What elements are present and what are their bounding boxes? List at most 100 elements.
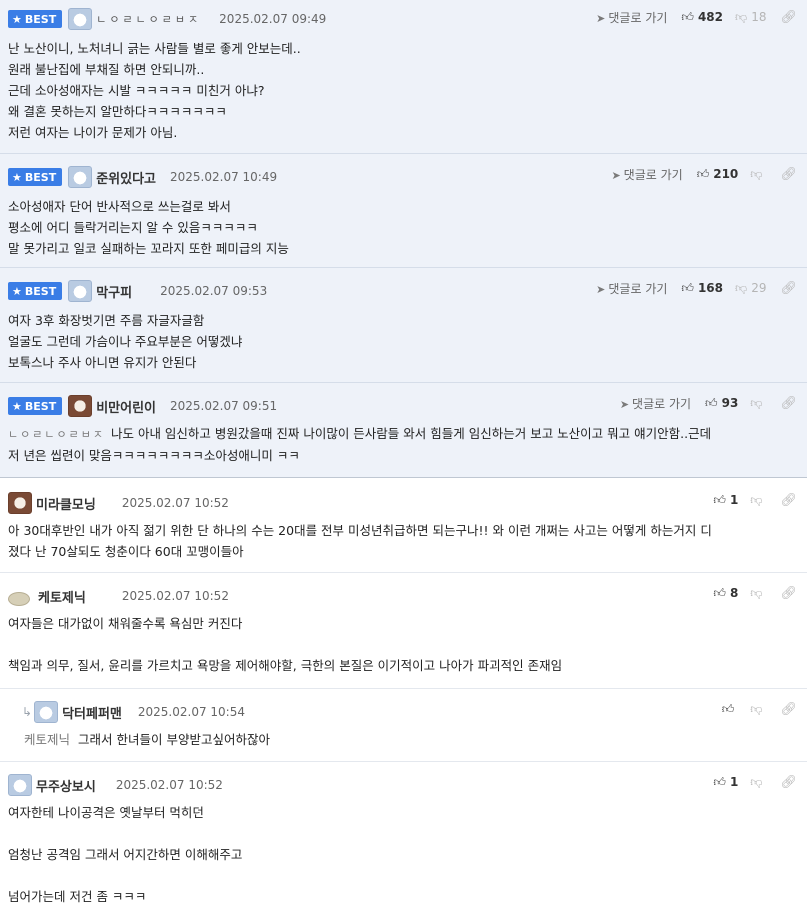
upvote-button[interactable]: 👍︎ 1	[713, 493, 738, 508]
author-nickname[interactable]: 준위있다고	[96, 168, 156, 187]
comment-date: 2025.02.07 10:52	[121, 496, 229, 510]
author-nickname[interactable]: 막구피	[96, 282, 132, 301]
upvote-button[interactable]: 👍︎ 93	[705, 396, 738, 411]
best-badge: ★ BEST	[8, 282, 63, 300]
thumbs-up-icon: 👍︎	[713, 492, 726, 507]
star-icon: ★	[12, 399, 22, 413]
comment-date: 2025.02.07 10:54	[137, 705, 245, 719]
link-icon[interactable]: 🔗︎	[780, 10, 797, 25]
thumbs-up-icon: 👍︎	[696, 166, 710, 181]
downvote-button[interactable]: 👎︎	[750, 493, 766, 508]
author-nickname[interactable]: 미라클모닝	[36, 494, 96, 513]
comment-body: 여자한테 나이공격은 옛날부터 먹히던 엄청난 공격임 그래서 어지간하면 이해…	[8, 805, 243, 904]
upvote-button[interactable]: 👍︎ 1	[713, 775, 738, 790]
send-arrow-icon: ➤	[611, 168, 621, 182]
thumbs-down-icon: 👎︎	[750, 701, 763, 716]
mention-tag[interactable]: ㄴㅇㄹㄴㅇㄹㅂㅈ	[8, 428, 105, 441]
thumbs-down-icon: 👎︎	[750, 774, 763, 789]
thumbs-up-icon: 👍︎	[705, 395, 718, 410]
star-icon: ★	[12, 12, 22, 26]
author-nickname[interactable]: ㄴㅇㄹㄴㅇㄹㅂㅈ	[96, 11, 201, 27]
upvote-button[interactable]: 👍︎	[722, 702, 739, 717]
downvote-button[interactable]: 👎︎	[750, 586, 766, 601]
avatar[interactable]	[68, 280, 93, 302]
comment-header: 무주상보시 2025.02.07 10:52	[8, 774, 223, 796]
thumbs-down-icon: 👎︎	[735, 280, 748, 295]
author-nickname[interactable]: 케토제닉	[38, 587, 86, 606]
comment-header: 케토제닉 2025.02.07 10:52	[8, 585, 229, 607]
comment-date: 2025.02.07 10:52	[121, 589, 229, 603]
thumbs-down-icon: 👎︎	[750, 166, 763, 181]
link-icon[interactable]: 🔗︎	[780, 775, 797, 790]
best-comment: ★ BEST 비만어린이 2025.02.07 09:51 ➤ 댓글로 가기 👍︎ 9…	[0, 383, 807, 478]
link-icon[interactable]: 🔗︎	[780, 702, 797, 717]
thumbs-down-icon: 👎︎	[750, 585, 763, 600]
upvote-button[interactable]: 👍︎ 210	[697, 167, 739, 182]
thumbs-down-icon: 👎︎	[735, 9, 748, 24]
comment-body: 케토제닉 그래서 한녀들이 부양받고싶어하잖아	[24, 732, 270, 747]
avatar[interactable]	[68, 395, 93, 417]
downvote-button[interactable]: 👎︎	[750, 775, 766, 790]
best-comment: ★ BEST ㄴㅇㄹㄴㅇㄹㅂㅈ 2025.02.07 09:49 ➤ 댓글로 가기 …	[0, 0, 807, 154]
thumbs-down-icon: 👎︎	[750, 492, 763, 507]
star-icon: ★	[12, 170, 22, 184]
avatar[interactable]	[8, 774, 32, 796]
go-to-reply-link[interactable]: ➤ 댓글로 가기	[596, 280, 667, 297]
downvote-button[interactable]: 👎︎	[750, 702, 766, 717]
avatar[interactable]	[8, 492, 32, 514]
upvote-button[interactable]: 👍︎ 8	[713, 586, 738, 601]
avatar[interactable]	[8, 592, 30, 606]
comment: 미라클모닝 2025.02.07 10:52 👍︎ 1 👎︎ 🔗︎ 아 30대후반…	[0, 478, 807, 573]
comment-actions: 👍︎ 1 👎︎ 🔗︎	[713, 772, 797, 792]
link-icon[interactable]: 🔗︎	[780, 167, 797, 182]
downvote-button[interactable]: 👎︎	[750, 167, 766, 182]
thumbs-up-icon: 👍︎	[713, 585, 726, 600]
comment-body: 여자 3후 화장벗기면 주름 자글자글함 얼굴도 그런데 가슴이나 주요부분은 …	[8, 313, 243, 370]
star-icon: ★	[12, 284, 22, 298]
comment-list: ★ BEST ㄴㅇㄹㄴㅇㄹㅂㅈ 2025.02.07 09:49 ➤ 댓글로 가기 …	[0, 0, 807, 912]
comment-date: 2025.02.07 10:49	[170, 170, 278, 184]
link-icon[interactable]: 🔗︎	[780, 493, 797, 508]
best-comment: ★ BEST 막구피 2025.02.07 09:53 ➤ 댓글로 가기 👍︎ 168…	[0, 268, 807, 383]
best-badge: ★ BEST	[8, 168, 63, 186]
mention-tag[interactable]: 케토제닉	[24, 732, 70, 747]
comment-header: ★ BEST ㄴㅇㄹㄴㅇㄹㅂㅈ 2025.02.07 09:49	[8, 8, 326, 30]
author-nickname[interactable]: 무주상보시	[36, 776, 96, 795]
comment-actions: ➤ 댓글로 가기 👍︎ 93 👎︎ 🔗︎	[620, 393, 797, 413]
send-arrow-icon: ➤	[619, 397, 630, 411]
avatar[interactable]	[68, 8, 93, 30]
downvote-button[interactable]: 👎︎ 18	[735, 10, 766, 25]
comment-body: 소아성애자 단어 반사적으로 쓰는걸로 봐서 평소에 어디 들락거리는지 알 수…	[8, 199, 289, 256]
reply-arrow-icon: ↳	[22, 705, 33, 719]
avatar[interactable]	[68, 166, 93, 188]
upvote-button[interactable]: 👍︎ 482	[681, 10, 723, 25]
comment-actions: 👍︎ 👎︎ 🔗︎	[722, 699, 797, 719]
go-to-reply-link[interactable]: ➤ 댓글로 가기	[611, 166, 682, 183]
comment-header: ★ BEST 비만어린이 2025.02.07 09:51	[8, 395, 277, 417]
author-nickname[interactable]: 닥터페퍼맨	[62, 703, 122, 722]
comment-header: ★ BEST 막구피 2025.02.07 09:53	[8, 280, 267, 302]
comment-actions: ➤ 댓글로 가기 👍︎ 168 👎︎ 29 🔗︎	[596, 278, 797, 298]
comment-actions: ➤ 댓글로 가기 👍︎ 210 👎︎ 🔗︎	[611, 164, 797, 184]
link-icon[interactable]: 🔗︎	[780, 586, 797, 601]
thumbs-up-icon: 👍︎	[721, 701, 735, 716]
link-icon[interactable]: 🔗︎	[780, 281, 797, 296]
downvote-button[interactable]: 👎︎ 29	[735, 281, 766, 296]
best-comment: ★ BEST 준위있다고 2025.02.07 10:49 ➤ 댓글로 가기 👍︎ 2…	[0, 154, 807, 268]
send-arrow-icon: ➤	[596, 282, 606, 296]
avatar[interactable]	[34, 701, 59, 723]
send-arrow-icon: ➤	[596, 11, 606, 25]
comment-body: ㄴㅇㄹㄴㅇㄹㅂㅈ 나도 아내 임신하고 병원갔을때 진짜 나이많이 든사람들 와서…	[8, 426, 712, 463]
comment-date: 2025.02.07 10:52	[115, 778, 223, 792]
go-to-reply-link[interactable]: ➤ 댓글로 가기	[596, 9, 667, 26]
author-nickname[interactable]: 비만어린이	[96, 397, 156, 416]
comment-header: ↳ 닥터페퍼맨 2025.02.07 10:54	[22, 701, 245, 723]
thumbs-up-icon: 👍︎	[681, 280, 694, 295]
comment: 케토제닉 2025.02.07 10:52 👍︎ 8 👎︎ 🔗︎ 여자들은 대가없…	[0, 573, 807, 689]
go-to-reply-link[interactable]: ➤ 댓글로 가기	[620, 395, 691, 412]
downvote-button[interactable]: 👎︎	[750, 396, 766, 411]
reply-comment: ↳ 닥터페퍼맨 2025.02.07 10:54 👍︎ 👎︎ 🔗︎ 케토제닉 그래…	[0, 689, 807, 762]
thumbs-up-icon: 👍︎	[681, 9, 694, 24]
upvote-button[interactable]: 👍︎ 168	[681, 281, 723, 296]
link-icon[interactable]: 🔗︎	[780, 396, 797, 411]
